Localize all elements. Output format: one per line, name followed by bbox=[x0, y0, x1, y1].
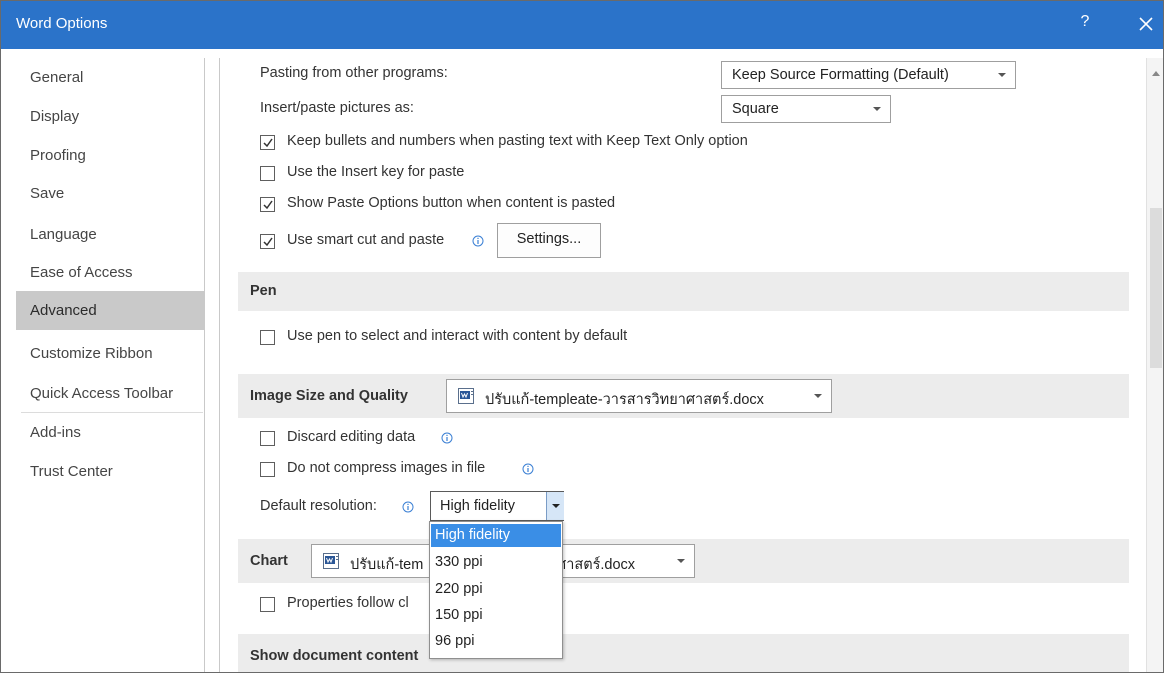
chevron-down-icon[interactable] bbox=[546, 492, 564, 520]
smart-cut-paste-checkbox[interactable] bbox=[260, 234, 275, 249]
chart-document-value: ปรับแก้-tem bbox=[350, 557, 424, 573]
use-pen-label: Use pen to select and interact with cont… bbox=[287, 328, 628, 344]
pen-section-title: Pen bbox=[250, 283, 277, 299]
resolution-option-330-ppi[interactable]: 330 ppi bbox=[431, 551, 561, 574]
sidebar-nav: General Display Proofing Save Language E… bbox=[11, 58, 205, 672]
use-pen-checkbox[interactable] bbox=[260, 330, 275, 345]
info-icon[interactable] bbox=[522, 462, 534, 475]
smart-cut-paste-label: Use smart cut and paste bbox=[287, 232, 445, 248]
sidebar-item-save[interactable]: Save bbox=[16, 176, 204, 212]
image-quality-section-title: Image Size and Quality bbox=[250, 388, 408, 404]
pen-section-header: Pen bbox=[238, 272, 1129, 311]
do-not-compress-label: Do not compress images in file bbox=[287, 460, 486, 476]
resolution-option-150-ppi[interactable]: 150 ppi bbox=[431, 604, 561, 627]
resolution-dropdown-list: High fidelity 330 ppi 220 ppi 150 ppi 96… bbox=[429, 521, 563, 659]
chevron-down-icon bbox=[995, 68, 1009, 82]
vertical-scrollbar[interactable] bbox=[1146, 58, 1163, 672]
sidebar-item-ease-of-access[interactable]: Ease of Access bbox=[16, 255, 204, 291]
keep-bullets-label: Keep bullets and numbers when pasting te… bbox=[287, 133, 748, 149]
default-resolution-label: Default resolution: bbox=[260, 498, 377, 514]
show-document-content-title: Show document content bbox=[250, 648, 419, 664]
pasting-from-other-programs-select[interactable]: Keep Source Formatting (Default) bbox=[721, 61, 1016, 89]
settings-button[interactable]: Settings... bbox=[497, 223, 601, 258]
image-quality-document-select[interactable]: ปรับแก้-templeate-วารสารวิทยาศาสตร์.docx bbox=[446, 379, 832, 413]
show-paste-options-label: Show Paste Options button when content i… bbox=[287, 195, 616, 211]
keep-bullets-checkbox[interactable] bbox=[260, 135, 275, 150]
discard-editing-data-label: Discard editing data bbox=[287, 429, 416, 445]
do-not-compress-checkbox[interactable] bbox=[260, 462, 275, 477]
default-resolution-select[interactable]: High fidelity bbox=[430, 491, 564, 521]
sidebar-item-add-ins[interactable]: Add-ins bbox=[16, 415, 204, 451]
chevron-down-icon bbox=[674, 554, 688, 568]
default-resolution-value: High fidelity bbox=[440, 498, 515, 514]
use-insert-key-label: Use the Insert key for paste bbox=[287, 164, 465, 180]
pasting-from-other-programs-value: Keep Source Formatting (Default) bbox=[732, 67, 949, 83]
word-document-icon bbox=[323, 553, 341, 569]
properties-follow-chart-checkbox[interactable] bbox=[260, 597, 275, 612]
title-bar: Word Options ? bbox=[1, 1, 1163, 49]
sidebar-divider bbox=[21, 412, 203, 413]
resolution-option-96-ppi[interactable]: 96 ppi bbox=[431, 630, 561, 653]
pasting-from-other-programs-label: Pasting from other programs: bbox=[260, 65, 448, 81]
checkmark-icon bbox=[263, 237, 273, 247]
sidebar-item-advanced[interactable]: Advanced bbox=[16, 291, 204, 330]
sidebar-item-proofing[interactable]: Proofing bbox=[16, 138, 204, 174]
sidebar-item-trust-center[interactable]: Trust Center bbox=[16, 454, 204, 490]
checkmark-icon bbox=[263, 200, 273, 210]
help-icon[interactable]: ? bbox=[1075, 13, 1095, 35]
word-options-dialog: Word Options ? General Display Proofing … bbox=[0, 0, 1164, 673]
settings-button-label: Settings... bbox=[516, 231, 582, 247]
show-document-content-section-header: Show document content bbox=[238, 634, 1129, 672]
window-title: Word Options bbox=[16, 15, 108, 32]
chart-section-title: Chart bbox=[250, 553, 288, 569]
chevron-down-icon bbox=[811, 389, 825, 403]
properties-follow-chart-label: Properties follow cl bbox=[287, 595, 409, 611]
image-quality-document-value: ปรับแก้-templeate-วารสารวิทยาศาสตร์.docx bbox=[485, 392, 764, 408]
close-icon[interactable] bbox=[1134, 12, 1158, 36]
resolution-option-220-ppi[interactable]: 220 ppi bbox=[431, 578, 561, 601]
advanced-options-panel: Pasting from other programs: Keep Source… bbox=[219, 58, 1147, 672]
discard-editing-data-checkbox[interactable] bbox=[260, 431, 275, 446]
info-icon[interactable] bbox=[441, 431, 453, 444]
sidebar-item-customize-ribbon[interactable]: Customize Ribbon bbox=[16, 336, 204, 372]
chart-document-value-suffix: ศาสตร์.docx bbox=[557, 557, 636, 573]
use-insert-key-checkbox[interactable] bbox=[260, 166, 275, 181]
insert-pictures-label: Insert/paste pictures as: bbox=[260, 100, 414, 116]
info-icon[interactable] bbox=[402, 500, 414, 513]
sidebar-item-general[interactable]: General bbox=[16, 60, 204, 96]
chevron-down-icon bbox=[870, 102, 884, 116]
info-icon[interactable] bbox=[472, 234, 484, 247]
checkmark-icon bbox=[263, 138, 273, 148]
scrollbar-thumb[interactable] bbox=[1150, 208, 1162, 368]
sidebar-item-quick-access-toolbar[interactable]: Quick Access Toolbar bbox=[16, 376, 204, 412]
insert-pictures-select[interactable]: Square bbox=[721, 95, 891, 123]
word-document-icon bbox=[458, 388, 476, 404]
sidebar-item-language[interactable]: Language bbox=[16, 217, 204, 253]
insert-pictures-value: Square bbox=[732, 101, 779, 117]
show-paste-options-checkbox[interactable] bbox=[260, 197, 275, 212]
sidebar-item-display[interactable]: Display bbox=[16, 99, 204, 135]
scroll-up-icon[interactable] bbox=[1151, 64, 1161, 80]
resolution-option-high-fidelity[interactable]: High fidelity bbox=[431, 524, 561, 547]
